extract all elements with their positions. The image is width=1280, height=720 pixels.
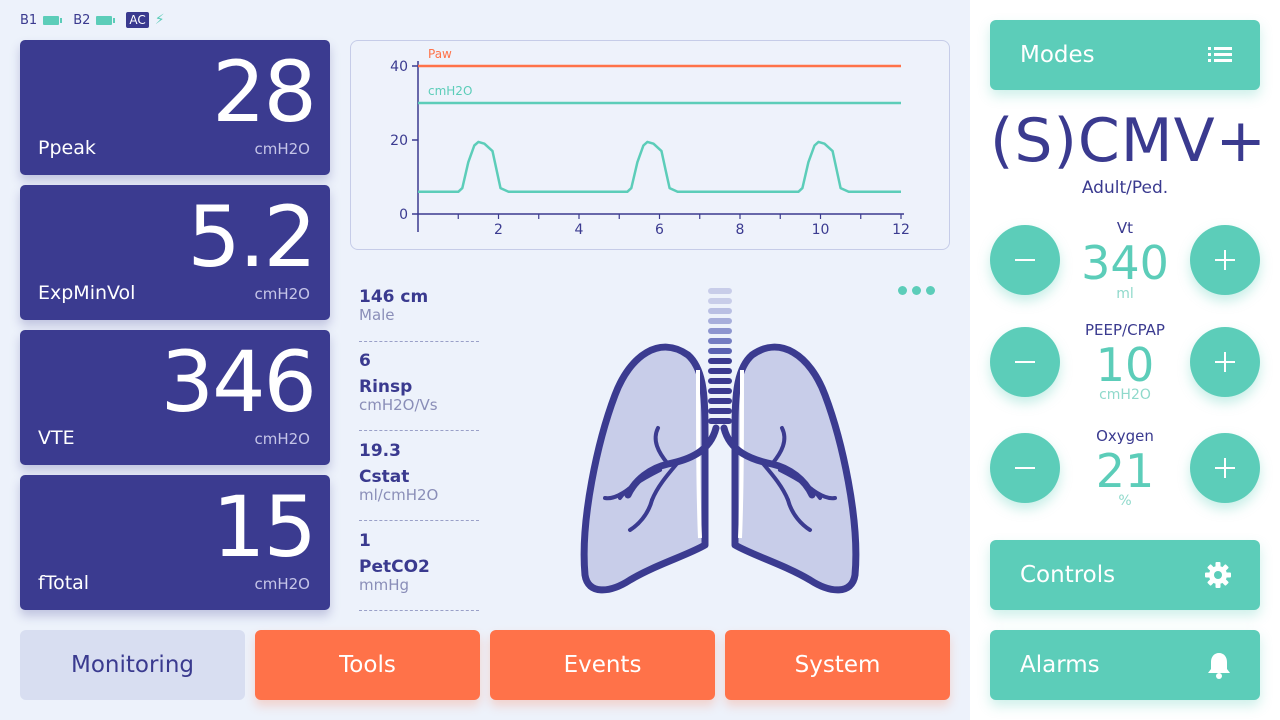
battery-1-label: B1 xyxy=(20,12,38,28)
alarms-label: Alarms xyxy=(1020,652,1100,678)
vt-label: Vt xyxy=(1116,219,1134,237)
alarms-button[interactable]: Alarms xyxy=(990,630,1260,700)
nav-system-button[interactable]: System xyxy=(725,630,950,700)
nav-events-button[interactable]: Events xyxy=(490,630,715,700)
patient-height-value: 146 cm xyxy=(359,287,429,307)
x-tick-label: 12 xyxy=(892,222,910,238)
oxygen-increase-button[interactable] xyxy=(1190,433,1260,503)
cstat-item: 19.3 Cstat ml/cmH2O xyxy=(359,441,479,521)
pressure-waveform-panel: 0 20 40 2 4 6 8 10 12 Paw cmH2O xyxy=(350,40,950,250)
bell-icon xyxy=(1208,653,1230,679)
plus-icon xyxy=(1215,250,1235,270)
metric-value: 15 xyxy=(212,478,317,576)
vt-increase-button[interactable] xyxy=(1190,225,1260,295)
metric-unit: cmH2O xyxy=(254,575,311,593)
oxygen-unit: % xyxy=(1118,493,1132,509)
x-tick-label: 4 xyxy=(575,222,584,238)
lungs-icon xyxy=(580,288,860,594)
more-options-icon[interactable] xyxy=(898,286,935,295)
series-label: Paw xyxy=(428,47,452,61)
charging-bolt-icon: ⚡ xyxy=(154,12,165,28)
list-icon xyxy=(1208,47,1232,62)
vt-unit: ml xyxy=(1116,286,1134,302)
nav-monitoring-label: Monitoring xyxy=(71,652,194,678)
controls-button[interactable]: Controls xyxy=(990,540,1260,610)
minus-icon xyxy=(1015,259,1035,261)
metric-name: fTotal xyxy=(38,572,90,594)
nav-system-label: System xyxy=(794,652,881,678)
ac-power-badge: AC xyxy=(126,12,149,28)
peep-value: 10 xyxy=(1095,338,1155,392)
peep-increase-button[interactable] xyxy=(1190,327,1260,397)
rinsp-value: 6 xyxy=(359,351,371,371)
ventilation-mode-name: (S)CMV+ xyxy=(990,106,1267,176)
plus-icon xyxy=(1215,352,1235,372)
battery-icon xyxy=(43,15,63,25)
trachea xyxy=(708,288,732,424)
cstat-label: Cstat xyxy=(359,467,410,487)
series-label: cmH2O xyxy=(428,84,472,98)
battery-2-label: B2 xyxy=(73,12,91,28)
metric-value: 28 xyxy=(212,43,317,141)
minus-icon xyxy=(1015,467,1035,469)
nav-events-label: Events xyxy=(563,652,642,678)
rinsp-label: Rinsp xyxy=(359,377,413,397)
metric-name: VTE xyxy=(38,427,75,449)
x-tick-label: 10 xyxy=(812,222,830,238)
patient-height-item: 146 cm Male xyxy=(359,287,479,342)
metric-unit: cmH2O xyxy=(254,140,311,158)
modes-button[interactable]: Modes xyxy=(990,20,1260,90)
x-tick-label: 2 xyxy=(494,222,503,238)
metric-value: 346 xyxy=(160,333,317,431)
gear-icon xyxy=(1205,562,1231,588)
metric-value: 5.2 xyxy=(187,188,317,286)
metric-card-ftotal[interactable]: 15 fTotal cmH2O xyxy=(20,475,330,610)
oxygen-value: 21 xyxy=(1095,444,1155,498)
pressure-waveform-chart: 0 20 40 2 4 6 8 10 12 Paw cmH2O xyxy=(390,47,910,238)
oxygen-decrease-button[interactable] xyxy=(990,433,1060,503)
petco2-unit: mmHg xyxy=(359,576,410,594)
metric-name: ExpMinVol xyxy=(38,282,136,304)
oxygen-label: Oxygen xyxy=(1096,427,1154,445)
metric-name: Ppeak xyxy=(38,137,96,159)
rinsp-item: 6 Rinsp cmH2O/Vs xyxy=(359,351,479,431)
metric-unit: cmH2O xyxy=(254,285,311,303)
petco2-item: 1 PetCO2 mmHg xyxy=(359,531,479,611)
x-tick-label: 6 xyxy=(655,222,664,238)
cstat-unit: ml/cmH2O xyxy=(359,486,439,504)
modes-label: Modes xyxy=(1020,42,1095,68)
patient-sex-label: Male xyxy=(359,306,395,324)
y-tick-label: 20 xyxy=(390,133,408,149)
metric-card-ppeak[interactable]: 28 Ppeak cmH2O xyxy=(20,40,330,175)
nav-tools-button[interactable]: Tools xyxy=(255,630,480,700)
metric-unit: cmH2O xyxy=(254,430,311,448)
metric-card-vte[interactable]: 346 VTE cmH2O xyxy=(20,330,330,465)
y-tick-label: 40 xyxy=(390,59,408,75)
petco2-value: 1 xyxy=(359,531,371,551)
metric-card-expminvol[interactable]: 5.2 ExpMinVol cmH2O xyxy=(20,185,330,320)
nav-tools-label: Tools xyxy=(339,652,396,678)
minus-icon xyxy=(1015,361,1035,363)
controls-label: Controls xyxy=(1020,562,1116,588)
peep-unit: cmH2O xyxy=(1099,387,1151,403)
nav-monitoring-button[interactable]: Monitoring xyxy=(20,630,245,700)
plus-icon xyxy=(1215,458,1235,478)
status-bar: B1 B2 AC ⚡ xyxy=(20,10,165,30)
cstat-value: 19.3 xyxy=(359,441,401,461)
peep-decrease-button[interactable] xyxy=(990,327,1060,397)
x-tick-label: 8 xyxy=(736,222,745,238)
vt-decrease-button[interactable] xyxy=(990,225,1060,295)
rinsp-unit: cmH2O/Vs xyxy=(359,396,438,414)
vt-value: 340 xyxy=(1081,236,1169,290)
battery-icon xyxy=(96,15,116,25)
series-line-waveform xyxy=(418,140,901,194)
y-tick-label: 0 xyxy=(399,207,408,223)
petco2-label: PetCO2 xyxy=(359,557,430,577)
peep-label: PEEP/CPAP xyxy=(1085,321,1165,339)
patient-group-label: Adult/Ped. xyxy=(1081,178,1169,198)
